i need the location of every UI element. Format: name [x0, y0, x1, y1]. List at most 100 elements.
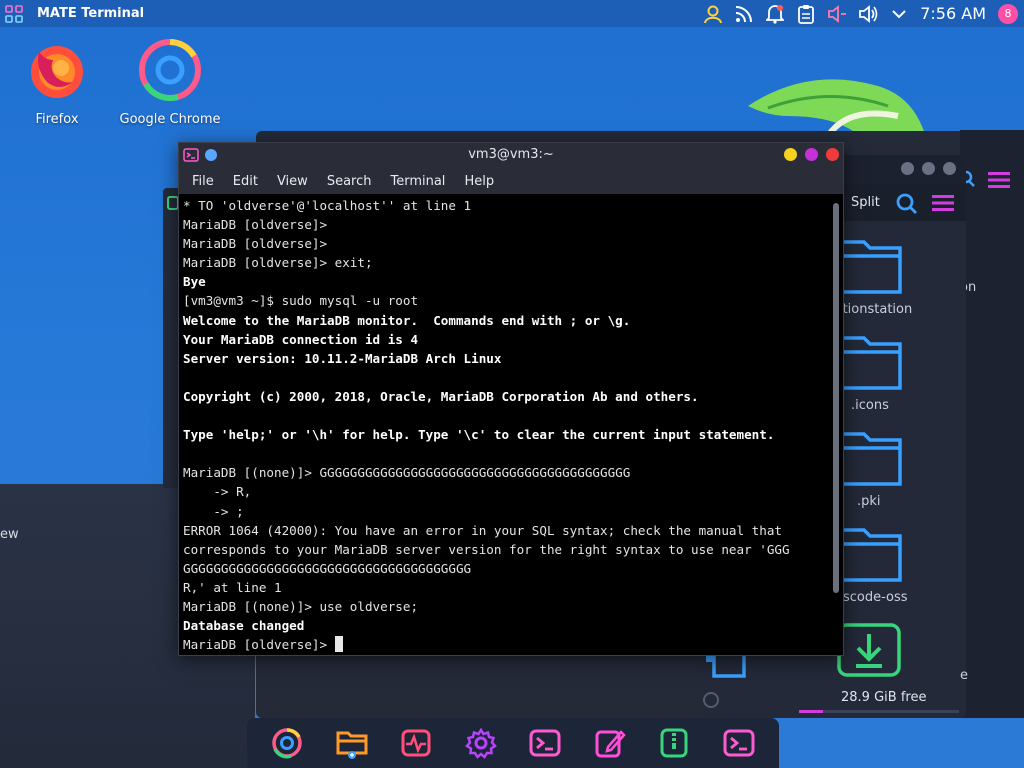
- user-icon[interactable]: [697, 0, 728, 27]
- terminal-line: MariaDB [oldverse]>: [183, 635, 827, 654]
- dock-item-terminal[interactable]: [525, 723, 565, 763]
- desktop-icon-label: Firefox: [35, 112, 79, 127]
- terminal-menubar: File Edit View Search Terminal Help: [179, 168, 843, 194]
- menu-file[interactable]: File: [192, 174, 214, 189]
- settings-icon: [464, 727, 497, 759]
- terminal-line: -> R,: [183, 484, 252, 500]
- terminal-line: [vm3@vm3 ~]$ sudo mysql -u root: [183, 293, 419, 309]
- desktop-icon-label: Google Chrome: [119, 112, 221, 127]
- terminal-line: Welcome to the MariaDB monitor. Commands…: [183, 312, 631, 328]
- dock: [247, 718, 779, 768]
- dock-item-text-editor[interactable]: [590, 723, 630, 763]
- close-button[interactable]: [943, 162, 956, 175]
- terminal-line: MariaDB [(none)]> GGGGGGGGGGGGGGGGGGGGGG…: [183, 465, 631, 481]
- text-cursor: [334, 636, 343, 653]
- terminal-line: ERROR 1064 (42000): You have an error in…: [183, 522, 782, 538]
- folder-label[interactable]: scode-oss: [843, 590, 908, 605]
- text-editor-icon: [595, 730, 626, 758]
- window-controls: [784, 148, 839, 161]
- user-avatar[interactable]: 8: [998, 3, 1018, 24]
- clipboard-icon[interactable]: [790, 0, 821, 27]
- dock-item-system-monitor[interactable]: [396, 723, 436, 763]
- close-button[interactable]: [826, 148, 839, 161]
- chrome-icon: [139, 39, 201, 102]
- dock-item-terminal-2[interactable]: [719, 723, 759, 763]
- desktop-icon-google-chrome[interactable]: Google Chrome: [118, 38, 222, 127]
- terminal-icon: [529, 729, 561, 757]
- maximize-button[interactable]: [805, 148, 818, 161]
- folder-label[interactable]: .pki: [857, 494, 881, 509]
- terminal-window[interactable]: vm3@vm3:~ File Edit View Search Terminal…: [178, 142, 844, 656]
- terminal-line: Your MariaDB connection id is 4: [183, 331, 419, 347]
- terminal-line: Database changed: [183, 618, 305, 634]
- minimize-button[interactable]: [784, 148, 797, 161]
- terminal-scrollbar[interactable]: [833, 203, 839, 593]
- split-button[interactable]: Split: [851, 195, 880, 210]
- terminal-line: Type 'help;' or '\h' for help. Type '\c'…: [183, 427, 775, 443]
- chevron-down-icon[interactable]: [883, 0, 914, 27]
- dock-item-settings[interactable]: [461, 723, 501, 763]
- terminal-output[interactable]: * TO 'oldverse'@'localhost'' at line 1 Ma…: [183, 196, 827, 654]
- menu-edit[interactable]: Edit: [233, 174, 258, 189]
- partial-folder-label: e: [960, 668, 968, 683]
- terminal-line: MariaDB [(none)]> use oldverse;: [183, 598, 419, 614]
- notification-bell-icon[interactable]: [759, 0, 790, 27]
- free-space-label: 28.9 GiB free: [841, 690, 927, 705]
- folder-icon[interactable]: [840, 332, 902, 390]
- terminal-line: * TO 'oldverse'@'localhost'' at line 1: [183, 198, 472, 213]
- dock-item-archive-manager[interactable]: [654, 723, 694, 763]
- chrome-icon: [272, 728, 302, 759]
- maximize-button[interactable]: [922, 162, 935, 175]
- clock[interactable]: 7:56 AM: [920, 4, 986, 23]
- app-menu-button[interactable]: [0, 0, 28, 27]
- terminal-line: Bye: [183, 274, 206, 290]
- download-folder-icon[interactable]: [836, 622, 902, 678]
- terminal-line: MariaDB [oldverse]>: [183, 236, 328, 252]
- menu-search[interactable]: Search: [327, 174, 372, 189]
- system-monitor-icon: [401, 729, 431, 757]
- folder-icon[interactable]: [840, 524, 902, 582]
- hamburger-menu-icon[interactable]: [988, 172, 1010, 188]
- dock-item-file-manager[interactable]: [332, 723, 372, 763]
- volume-muted-icon[interactable]: [821, 0, 852, 27]
- volume-icon[interactable]: [852, 0, 883, 27]
- terminal-line: Server version: 10.11.2-MariaDB Arch Lin…: [183, 350, 502, 366]
- disk-usage-bar: [799, 710, 959, 713]
- background-window-right[interactable]: on: [960, 130, 1024, 718]
- terminal-line: GGGGGGGGGGGGGGGGGGGGGGGGGGGGGGGGGGGGGG: [183, 560, 472, 576]
- terminal-line: MariaDB [oldverse]>: [183, 217, 328, 233]
- menu-help[interactable]: Help: [464, 174, 494, 189]
- terminal-line: -> ;: [183, 503, 244, 519]
- desktop-icon-firefox[interactable]: Firefox: [22, 38, 92, 127]
- top-panel: MATE Terminal 7:56 AM 8: [0, 0, 1024, 27]
- hamburger-menu-icon[interactable]: [932, 195, 954, 211]
- partial-window-label: ew: [0, 527, 19, 542]
- folder-icon[interactable]: [840, 236, 902, 294]
- menu-view[interactable]: View: [277, 174, 308, 189]
- search-icon[interactable]: [896, 193, 918, 215]
- terminal-icon: [723, 729, 755, 757]
- terminal-line: MariaDB [oldverse]> exit;: [183, 255, 373, 271]
- apps-grid-icon: [5, 4, 23, 23]
- window-title: vm3@vm3:~: [468, 147, 554, 162]
- active-app-title: MATE Terminal: [37, 6, 145, 21]
- sidebar-toggle[interactable]: [703, 692, 719, 708]
- terminal-line: corresponds to your MariaDB server versi…: [183, 541, 790, 557]
- archive-icon: [660, 728, 688, 758]
- firefox-icon: [31, 46, 83, 98]
- minimize-button[interactable]: [901, 162, 914, 175]
- system-tray: 7:56 AM 8: [697, 0, 1024, 27]
- file-manager-icon: [336, 731, 368, 759]
- terminal-line: Copyright (c) 2000, 2018, Oracle, MariaD…: [183, 388, 699, 404]
- folder-label[interactable]: .icons: [851, 398, 889, 413]
- terminal-titlebar[interactable]: vm3@vm3:~: [179, 143, 843, 168]
- window-controls: [901, 162, 956, 175]
- terminal-line: R,' at line 1: [183, 579, 282, 595]
- dock-item-chrome[interactable]: [267, 723, 307, 763]
- menu-terminal[interactable]: Terminal: [390, 174, 445, 189]
- folder-icon[interactable]: [840, 428, 902, 486]
- rss-icon[interactable]: [728, 0, 759, 27]
